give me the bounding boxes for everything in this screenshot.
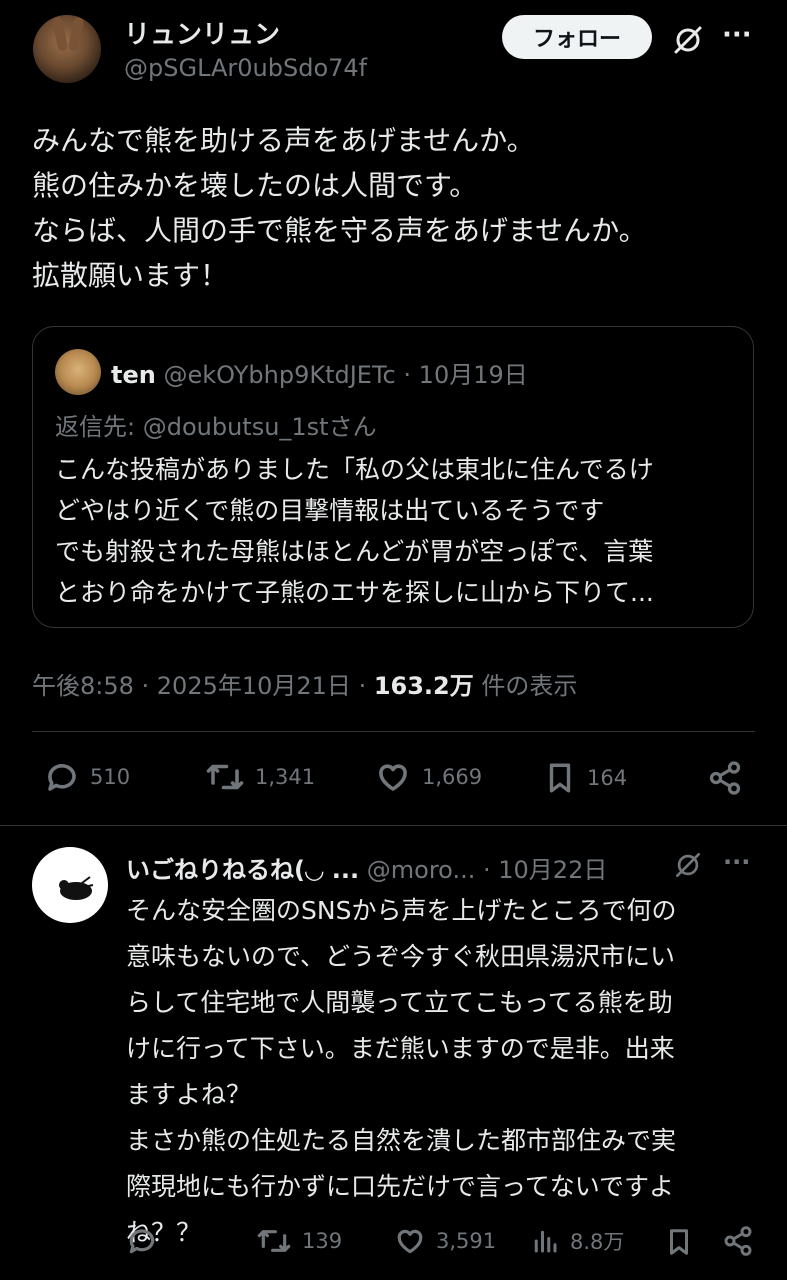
bookmark-icon bbox=[670, 1229, 688, 1255]
heart-icon bbox=[397, 1229, 423, 1254]
reply-icon bbox=[129, 1229, 155, 1254]
view-count: 163.2万 bbox=[373, 672, 474, 700]
reply-author-avatar[interactable] bbox=[32, 847, 108, 923]
analytics-icon bbox=[534, 1230, 557, 1253]
post-text-line: ならば、人間の手で熊を守る声をあげませんか。 bbox=[32, 214, 647, 247]
reply-button[interactable] bbox=[126, 1225, 158, 1257]
more-options-icon[interactable]: ··· bbox=[722, 20, 752, 50]
reply-text: そんな安全圏のSNSから声を上げたところで何の 意味もないので、どうぞ今すぐ秋田… bbox=[126, 888, 766, 1256]
reply-button[interactable]: 510 bbox=[44, 759, 130, 795]
quoted-author-handle[interactable]: @ekOYbhp9KtdJETc bbox=[163, 361, 395, 389]
reply-text-line: まさか熊の住処たる自然を潰した都市部住みで実 bbox=[126, 1126, 677, 1155]
quoted-text-line: とおり命をかけて子熊のエサを探しに山から下りて... bbox=[55, 578, 654, 607]
reply-date[interactable]: 10月22日 bbox=[498, 856, 607, 884]
more-options-icon[interactable]: ··· bbox=[723, 848, 750, 876]
view-count-label: 件の表示 bbox=[473, 672, 578, 700]
reply-text-line: けに行って下さい。まだ熊いますので是非。出来 bbox=[126, 1034, 675, 1063]
reply-text-line: そんな安全圏のSNSから声を上げたところで何の bbox=[126, 896, 677, 925]
views-button[interactable]: 8.8万 bbox=[530, 1225, 624, 1257]
quoted-post-date[interactable]: 10月19日 bbox=[419, 361, 528, 389]
quoted-text-line: どやはり近くで熊の目撃情報は出ているそうです bbox=[55, 496, 605, 525]
quoted-post-card[interactable]: ten @ekOYbhp9KtdJETc · 10月19日 返信先: @doub… bbox=[32, 326, 754, 628]
reply-text-line: 意味もないので、どうぞ今すぐ秋田県湯沢市にい bbox=[126, 942, 676, 971]
views-count: 8.8万 bbox=[570, 1230, 625, 1254]
repost-icon bbox=[206, 764, 244, 790]
divider bbox=[0, 825, 787, 826]
reply-author-handle[interactable]: @moro... bbox=[367, 856, 476, 884]
like-button[interactable]: 1,669 bbox=[374, 759, 482, 795]
post-text-line: みんなで熊を助ける声をあげませんか。 bbox=[32, 124, 535, 157]
repost-icon bbox=[257, 1230, 291, 1252]
post-text-line: 拡散願います！ bbox=[32, 259, 229, 292]
reply-author-name[interactable]: いごねりねるね(◡ ... bbox=[126, 856, 359, 884]
post-meta: 午後8:58 · 2025年10月21日 · 163.2万 件の表示 bbox=[32, 666, 577, 701]
repost-count: 1,341 bbox=[255, 765, 316, 789]
post-text: みんなで熊を助ける声をあげませんか。 熊の住みかを壊したのは人間です。 ならば、… bbox=[32, 118, 772, 298]
repost-count: 139 bbox=[302, 1229, 343, 1253]
like-count: 1,669 bbox=[422, 765, 483, 789]
post-text-line: 熊の住みかを壊したのは人間です。 bbox=[32, 169, 478, 202]
quoted-text-line: でも射殺された母熊はほとんどが胃が空っぽで、言葉 bbox=[55, 537, 654, 566]
separator-dot: · bbox=[482, 856, 491, 884]
quoted-text-line: こんな投稿がありました「私の父は東北に住んでるけ bbox=[55, 455, 654, 484]
quoted-post-text: こんな投稿がありました「私の父は東北に住んでるけ どやはり近くで熊の目撃情報は出… bbox=[55, 449, 745, 613]
reply-text-line: ますよね？ bbox=[126, 1080, 252, 1109]
post-author-avatar[interactable] bbox=[33, 15, 101, 83]
reply-text-line: 際現地にも行かずに口先だけで言ってないですよ bbox=[126, 1172, 675, 1201]
quoted-author-name[interactable]: ten bbox=[111, 361, 156, 389]
like-button[interactable]: 3,591 bbox=[394, 1225, 496, 1257]
bookmark-icon bbox=[549, 763, 571, 793]
repost-button[interactable]: 1,341 bbox=[205, 759, 315, 795]
bookmark-button[interactable]: 164 bbox=[543, 759, 627, 797]
quoted-author-avatar[interactable] bbox=[55, 349, 101, 395]
like-count: 3,591 bbox=[436, 1229, 497, 1253]
separator-dot: · bbox=[403, 361, 412, 389]
post-author-handle[interactable]: @pSGLAr0ubSdo74f bbox=[124, 54, 367, 82]
grok-icon[interactable] bbox=[670, 22, 706, 58]
divider bbox=[32, 731, 755, 732]
reply-text-line: らして住宅地で人間襲って立てこもってる熊を助 bbox=[126, 988, 673, 1017]
quoted-reply-to[interactable]: 返信先: @doubutsu_1stさん bbox=[55, 407, 377, 442]
heart-icon bbox=[379, 764, 407, 791]
bookmark-count: 164 bbox=[587, 766, 628, 790]
post-timestamp[interactable]: 午後8:58 · 2025年10月21日 · bbox=[32, 672, 374, 700]
post-author-name[interactable]: リュンリュン bbox=[124, 14, 280, 51]
bookmark-button[interactable] bbox=[664, 1225, 694, 1259]
reply-count: 510 bbox=[90, 765, 131, 789]
share-icon[interactable] bbox=[707, 760, 743, 796]
repost-button[interactable]: 139 bbox=[256, 1225, 342, 1257]
follow-button[interactable]: フォロー bbox=[502, 15, 652, 59]
reply-icon bbox=[48, 764, 76, 791]
grok-icon[interactable] bbox=[672, 849, 704, 881]
share-icon[interactable] bbox=[722, 1225, 754, 1257]
